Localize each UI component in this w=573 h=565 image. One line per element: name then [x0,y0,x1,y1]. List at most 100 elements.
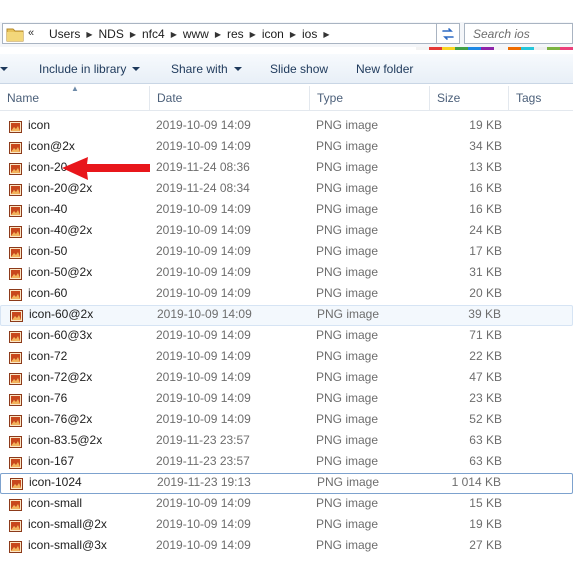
breadcrumb-res[interactable]: res [222,27,249,41]
breadcrumb-ios[interactable]: ios [297,27,322,41]
file-row[interactable]: icon-60@3x 2019-10-09 14:09 PNG image 71 KB [0,326,573,347]
file-row[interactable]: icon-76@2x 2019-10-09 14:09 PNG image 52 KB [0,410,573,431]
chevron-right-icon[interactable]: ▶ [249,30,257,39]
file-size: 16 KB [469,202,502,216]
file-row[interactable]: icon-72 2019-10-09 14:09 PNG image 22 KB [0,347,573,368]
file-date: 2019-10-09 14:09 [156,496,251,510]
file-size: 1 014 KB [451,475,501,489]
column-header-date[interactable]: Date [150,86,310,110]
column-size-label: Size [437,91,461,105]
chevron-right-icon[interactable]: ▶ [85,30,93,39]
column-header-row: Name ▲ Date Type Size Tags [0,85,573,111]
file-name[interactable]: icon-40@2x [28,221,92,240]
png-image-icon [9,204,22,217]
file-name[interactable]: icon-50 [28,242,67,261]
file-name[interactable]: icon-small [28,494,82,513]
png-image-icon [9,162,22,175]
png-image-icon [9,435,22,448]
file-row[interactable]: icon-50@2x 2019-10-09 14:09 PNG image 31 KB [0,263,573,284]
double-chevron-icon[interactable]: « [28,27,34,39]
file-row[interactable]: icon-1024 2019-11-23 19:13 PNG image 1 014 … [0,473,573,494]
chevron-right-icon[interactable]: ▶ [289,30,297,39]
file-row[interactable]: icon-60@2x 2019-10-09 14:09 PNG image 39 KB [0,305,573,326]
search-input[interactable] [465,24,572,43]
file-type: PNG image [316,412,379,426]
file-type: PNG image [316,181,379,195]
file-name[interactable]: icon-50@2x [28,263,92,282]
file-type: PNG image [317,475,380,489]
file-size: 20 KB [469,286,502,300]
file-row[interactable]: icon-50 2019-10-09 14:09 PNG image 17 KB [0,242,573,263]
column-header-tags[interactable]: Tags [509,86,573,110]
file-name[interactable]: icon-76 [28,389,67,408]
file-row[interactable]: icon-small@2x 2019-10-09 14:09 PNG image 19… [0,515,573,536]
breadcrumb-users[interactable]: Users [44,27,85,41]
chevron-right-icon[interactable]: ▶ [170,30,178,39]
file-type: PNG image [316,370,379,384]
file-row[interactable]: icon-60 2019-10-09 14:09 PNG image 20 KB [0,284,573,305]
file-type: PNG image [316,139,379,153]
search-box[interactable] [464,23,573,44]
breadcrumb-nds[interactable]: NDS [94,27,129,41]
organize-menu-button[interactable] [0,54,8,83]
file-row[interactable]: icon-40@2x 2019-10-09 14:09 PNG image 24 KB [0,221,573,242]
refresh-button[interactable] [436,23,460,44]
file-name[interactable]: icon-40 [28,200,67,219]
png-image-icon [10,309,23,322]
address-bar[interactable]: « Users ▶ NDS ▶ nfc4 ▶ www ▶ res ▶ icon ▶ ios ▶ [2,23,460,44]
file-name[interactable]: icon-72@2x [28,368,92,387]
file-type: PNG image [316,517,379,531]
file-type: PNG image [316,391,379,405]
file-date: 2019-11-24 08:34 [156,181,250,195]
include-in-library-label: Include in library [39,61,127,76]
new-folder-button[interactable]: New folder [356,54,413,83]
file-name[interactable]: icon-60@3x [28,326,92,345]
file-row[interactable]: icon-76 2019-10-09 14:09 PNG image 23 KB [0,389,573,410]
chevron-right-icon[interactable]: ▶ [322,30,330,39]
file-name[interactable]: icon-76@2x [28,410,92,429]
column-header-type[interactable]: Type [310,86,430,110]
file-size: 19 KB [469,118,502,132]
breadcrumb-nfc4[interactable]: nfc4 [137,27,170,41]
column-date-label: Date [157,91,183,105]
column-type-label: Type [317,91,344,105]
file-type: PNG image [316,538,379,552]
file-name[interactable]: icon-60@2x [29,305,93,324]
file-row[interactable]: icon-40 2019-10-09 14:09 PNG image 16 KB [0,200,573,221]
chevron-right-icon[interactable]: ▶ [214,30,222,39]
chevron-down-icon [132,66,141,71]
file-date: 2019-10-09 14:09 [156,244,251,258]
file-name[interactable]: icon-small@2x [28,515,107,534]
png-image-icon [9,246,22,259]
dropdown-caret-icon [0,66,8,71]
file-row[interactable]: icon-83.5@2x 2019-11-23 23:57 PNG image 63 … [0,431,573,452]
file-name[interactable]: icon-72 [28,347,67,366]
file-row[interactable]: icon-small@3x 2019-10-09 14:09 PNG image 27… [0,536,573,557]
file-row[interactable]: icon 2019-10-09 14:09 PNG image 19 KB [0,116,573,137]
file-row[interactable]: icon-167 2019-11-23 23:57 PNG image 63 KB [0,452,573,473]
share-with-button[interactable]: Share with [171,54,242,83]
column-header-size[interactable]: Size [430,86,509,110]
png-image-icon [9,456,22,469]
breadcrumb-www[interactable]: www [178,27,214,41]
file-name[interactable]: icon-small@3x [28,536,107,555]
file-row[interactable]: icon-72@2x 2019-10-09 14:09 PNG image 47 KB [0,368,573,389]
file-type: PNG image [316,118,379,132]
file-type: PNG image [316,328,379,342]
slide-show-button[interactable]: Slide show [270,54,328,83]
file-date: 2019-10-09 14:09 [156,223,251,237]
file-name[interactable]: icon [28,116,50,135]
file-type: PNG image [316,265,379,279]
include-in-library-button[interactable]: Include in library [39,54,141,83]
file-name[interactable]: icon-1024 [29,473,82,492]
file-name[interactable]: icon-167 [28,452,74,471]
file-row[interactable]: icon-small 2019-10-09 14:09 PNG image 15 KB [0,494,573,515]
file-name[interactable]: icon-83.5@2x [28,431,102,450]
file-date: 2019-11-23 23:57 [156,454,250,468]
chevron-right-icon[interactable]: ▶ [129,30,137,39]
breadcrumb-icon[interactable]: icon [257,27,289,41]
column-header-name[interactable]: Name ▲ [0,85,150,110]
png-image-icon [9,372,22,385]
file-type: PNG image [316,202,379,216]
file-name[interactable]: icon-60 [28,284,67,303]
